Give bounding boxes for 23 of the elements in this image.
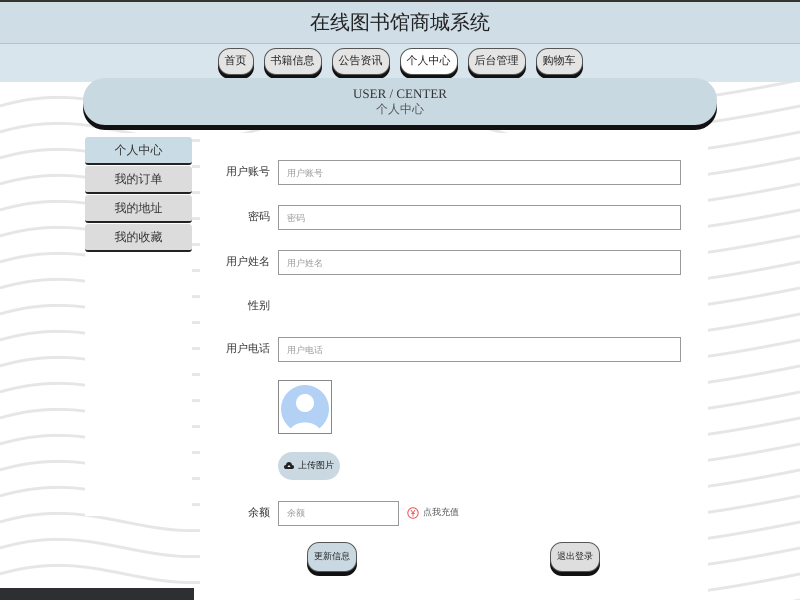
avatar-image — [278, 380, 332, 434]
banner-subtitle: 个人中心 — [376, 102, 424, 118]
balance-field[interactable]: 余额 — [278, 500, 399, 526]
yen-icon — [407, 507, 419, 519]
cloud-upload-icon — [284, 462, 294, 470]
sidebar-item[interactable]: 我的订单 — [85, 166, 192, 194]
field-label: 余额 — [248, 506, 270, 521]
banner-title: USER / CENTER — [353, 86, 447, 102]
sidebar-item[interactable]: 我的地址 — [85, 195, 192, 223]
text-field[interactable]: 密码 — [278, 205, 681, 230]
field-label: 用户电话 — [226, 342, 270, 358]
field-label: 用户账号 — [226, 164, 270, 180]
field-label: 性别 — [248, 298, 270, 314]
field-label: 密码 — [248, 210, 270, 226]
text-field[interactable]: 用户账号 — [278, 160, 681, 185]
upload-button[interactable]: 上传图片 — [278, 452, 340, 480]
text-field[interactable]: 用户电话 — [278, 337, 681, 362]
text-field[interactable]: 用户姓名 — [278, 250, 681, 275]
sidebar-item[interactable]: 我的收藏 — [85, 224, 192, 252]
recharge-link[interactable]: 点我充值 — [423, 506, 459, 520]
field-label: 用户姓名 — [226, 254, 270, 270]
site-title: 在线图书馆商城系统 — [310, 10, 490, 36]
sidebar-item[interactable]: 个人中心 — [85, 137, 192, 165]
